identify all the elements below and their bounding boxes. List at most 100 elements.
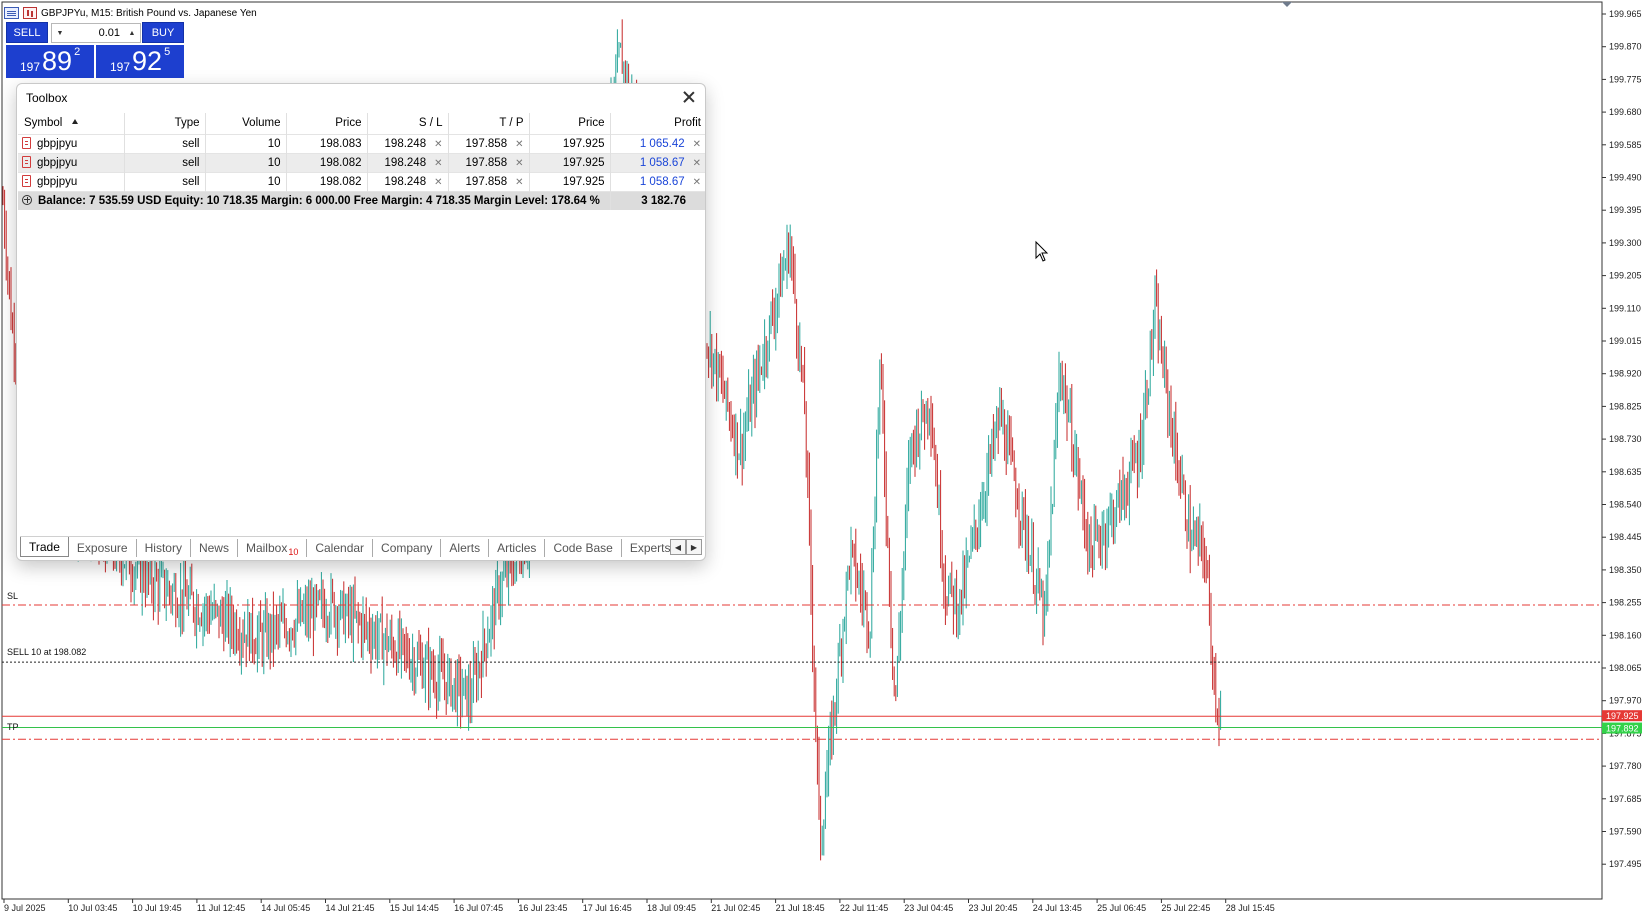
time-axis-label: 22 Jul 11:45 xyxy=(840,903,888,913)
time-axis-label: 23 Jul 04:45 xyxy=(904,903,953,913)
column-header-take-profit[interactable]: T / P xyxy=(447,113,529,134)
price-axis-label: 198.920 xyxy=(1609,369,1642,379)
take-profit-cell[interactable]: 197.858 ✕ xyxy=(447,172,529,191)
profit-cell: 1 058.67 ✕ xyxy=(609,172,705,191)
price-axis-label: 198.825 xyxy=(1609,401,1642,411)
scroll-left-icon[interactable]: ◀ xyxy=(670,539,686,555)
tab-history[interactable]: History xyxy=(137,538,191,557)
remove-stop-loss-icon[interactable]: ✕ xyxy=(434,158,442,169)
table-row[interactable]: gbpjpyu sell 10 198.082 198.248 ✕ 197.858… xyxy=(18,172,705,191)
sort-ascending-icon xyxy=(72,119,79,125)
price-axis-label: 198.255 xyxy=(1609,598,1642,608)
price-axis-label: 197.970 xyxy=(1609,696,1642,706)
time-axis-label: 18 Jul 09:45 xyxy=(647,903,696,913)
toolbox-window: Toolbox Symbol Type Volume Price S / L T… xyxy=(16,83,706,561)
ask-quote-main: 92 xyxy=(132,46,163,76)
bid-quote-fraction: 2 xyxy=(74,46,81,58)
stop-loss-cell[interactable]: 198.248 ✕ xyxy=(366,153,448,172)
tab-trade[interactable]: Trade xyxy=(20,536,69,557)
time-axis-label: 28 Jul 15:45 xyxy=(1226,903,1275,913)
volume-cell: 10 xyxy=(204,153,286,172)
time-axis-label: 11 Jul 12:45 xyxy=(197,903,245,913)
open-price-cell: 198.082 xyxy=(285,153,367,172)
remove-take-profit-icon[interactable]: ✕ xyxy=(515,177,523,188)
time-axis-label: 9 Jul 2025 xyxy=(4,903,46,913)
close-icon[interactable] xyxy=(681,89,697,105)
time-axis-label: 17 Jul 16:45 xyxy=(583,903,632,913)
price-axis-label: 199.300 xyxy=(1609,238,1642,248)
tab-code-base[interactable]: Code Base xyxy=(545,538,622,557)
toolbox-header[interactable]: Toolbox xyxy=(17,84,705,111)
lot-size-value[interactable]: 0.01 xyxy=(68,27,124,39)
lot-size-field[interactable]: ▼ 0.01 ▲ xyxy=(51,23,141,43)
current-price-cell: 197.925 xyxy=(528,172,610,191)
chart-type-icon[interactable] xyxy=(23,7,37,19)
bid-price-tag-label: 197.925 xyxy=(1606,711,1639,721)
time-axis-label: 15 Jul 14:45 xyxy=(390,903,439,913)
price-axis-label: 199.205 xyxy=(1609,271,1642,281)
volume-cell: 10 xyxy=(204,134,286,153)
price-axis-label: 199.585 xyxy=(1609,140,1642,150)
column-header-open-price[interactable]: Price xyxy=(285,113,367,134)
column-header-type[interactable]: Type xyxy=(123,113,205,134)
toolbox-title: Toolbox xyxy=(26,91,68,105)
price-axis-label: 198.160 xyxy=(1609,630,1642,640)
position-icon xyxy=(22,156,31,168)
price-axis-label: 198.065 xyxy=(1609,663,1642,673)
column-header-stop-loss[interactable]: S / L xyxy=(366,113,448,134)
tab-calendar[interactable]: Calendar xyxy=(307,538,374,557)
tab-exposure[interactable]: Exposure xyxy=(69,538,137,557)
table-row[interactable]: gbpjpyu sell 10 198.083 198.248 ✕ 197.858… xyxy=(18,134,705,153)
remove-stop-loss-icon[interactable]: ✕ xyxy=(434,177,442,188)
price-axis-label: 197.685 xyxy=(1609,794,1642,804)
remove-take-profit-icon[interactable]: ✕ xyxy=(515,139,523,150)
account-summary-row[interactable]: Balance: 7 535.59 USD Equity: 10 718.35 … xyxy=(18,191,705,210)
price-axis-label: 199.870 xyxy=(1609,42,1642,52)
tab-alerts[interactable]: Alerts xyxy=(441,538,490,557)
tab-company[interactable]: Company xyxy=(373,538,442,557)
price-axis-label: 199.015 xyxy=(1609,336,1642,346)
take-profit-cell[interactable]: 197.858 ✕ xyxy=(447,153,529,172)
table-row[interactable]: gbpjpyu sell 10 198.082 198.248 ✕ 197.858… xyxy=(18,153,705,172)
stop-loss-cell[interactable]: 198.248 ✕ xyxy=(366,134,448,153)
time-axis-label: 25 Jul 22:45 xyxy=(1161,903,1210,913)
close-position-icon[interactable]: ✕ xyxy=(693,158,701,169)
sell-order-label: SELL 10 at 198.082 xyxy=(7,647,87,657)
tab-news[interactable]: News xyxy=(191,538,238,557)
symbol-cell: gbpjpyu xyxy=(18,134,124,153)
position-icon xyxy=(22,137,31,149)
time-axis-label: 21 Jul 18:45 xyxy=(776,903,825,913)
open-price-cell: 198.083 xyxy=(285,134,367,153)
stop-loss-cell[interactable]: 198.248 ✕ xyxy=(366,172,448,191)
ask-quote[interactable]: 197 92 5 xyxy=(96,45,184,78)
column-header-current-price[interactable]: Price xyxy=(528,113,610,134)
chart-title: GBPJPYu, M15: British Pound vs. Japanese… xyxy=(41,7,257,19)
profit-cell: 1 065.42 ✕ xyxy=(609,134,705,153)
lot-increase-icon[interactable]: ▲ xyxy=(124,24,140,42)
time-axis-label: 24 Jul 13:45 xyxy=(1033,903,1082,913)
tab-mailbox[interactable]: Mailbox10 xyxy=(238,538,308,557)
buy-button[interactable]: BUY xyxy=(142,22,184,43)
close-position-icon[interactable]: ✕ xyxy=(693,177,701,188)
column-header-symbol[interactable]: Symbol xyxy=(18,113,124,134)
bid-quote[interactable]: 197 89 2 xyxy=(6,45,94,78)
sell-button[interactable]: SELL xyxy=(6,22,48,43)
price-axis-label: 199.395 xyxy=(1609,205,1642,215)
tab-articles[interactable]: Articles xyxy=(489,538,546,557)
account-summary: Balance: 7 535.59 USD Equity: 10 718.35 … xyxy=(18,191,610,210)
column-header-profit[interactable]: Profit xyxy=(609,113,705,134)
price-axis-label: 199.110 xyxy=(1609,303,1641,313)
remove-take-profit-icon[interactable]: ✕ xyxy=(515,158,523,169)
lot-decrease-icon[interactable]: ▼ xyxy=(52,24,68,42)
take-profit-cell[interactable]: 197.858 ✕ xyxy=(447,134,529,153)
positions-table: Symbol Type Volume Price S / L T / P Pri… xyxy=(18,113,705,210)
position-icon xyxy=(22,175,31,187)
expand-icon[interactable] xyxy=(22,194,32,205)
remove-stop-loss-icon[interactable]: ✕ xyxy=(434,139,442,150)
chart-list-icon[interactable] xyxy=(4,7,19,19)
close-position-icon[interactable]: ✕ xyxy=(693,139,701,150)
time-axis-label: 14 Jul 21:45 xyxy=(326,903,375,913)
scroll-right-icon[interactable]: ▶ xyxy=(686,539,702,555)
column-header-volume[interactable]: Volume xyxy=(204,113,286,134)
price-axis-label: 199.680 xyxy=(1609,107,1642,117)
